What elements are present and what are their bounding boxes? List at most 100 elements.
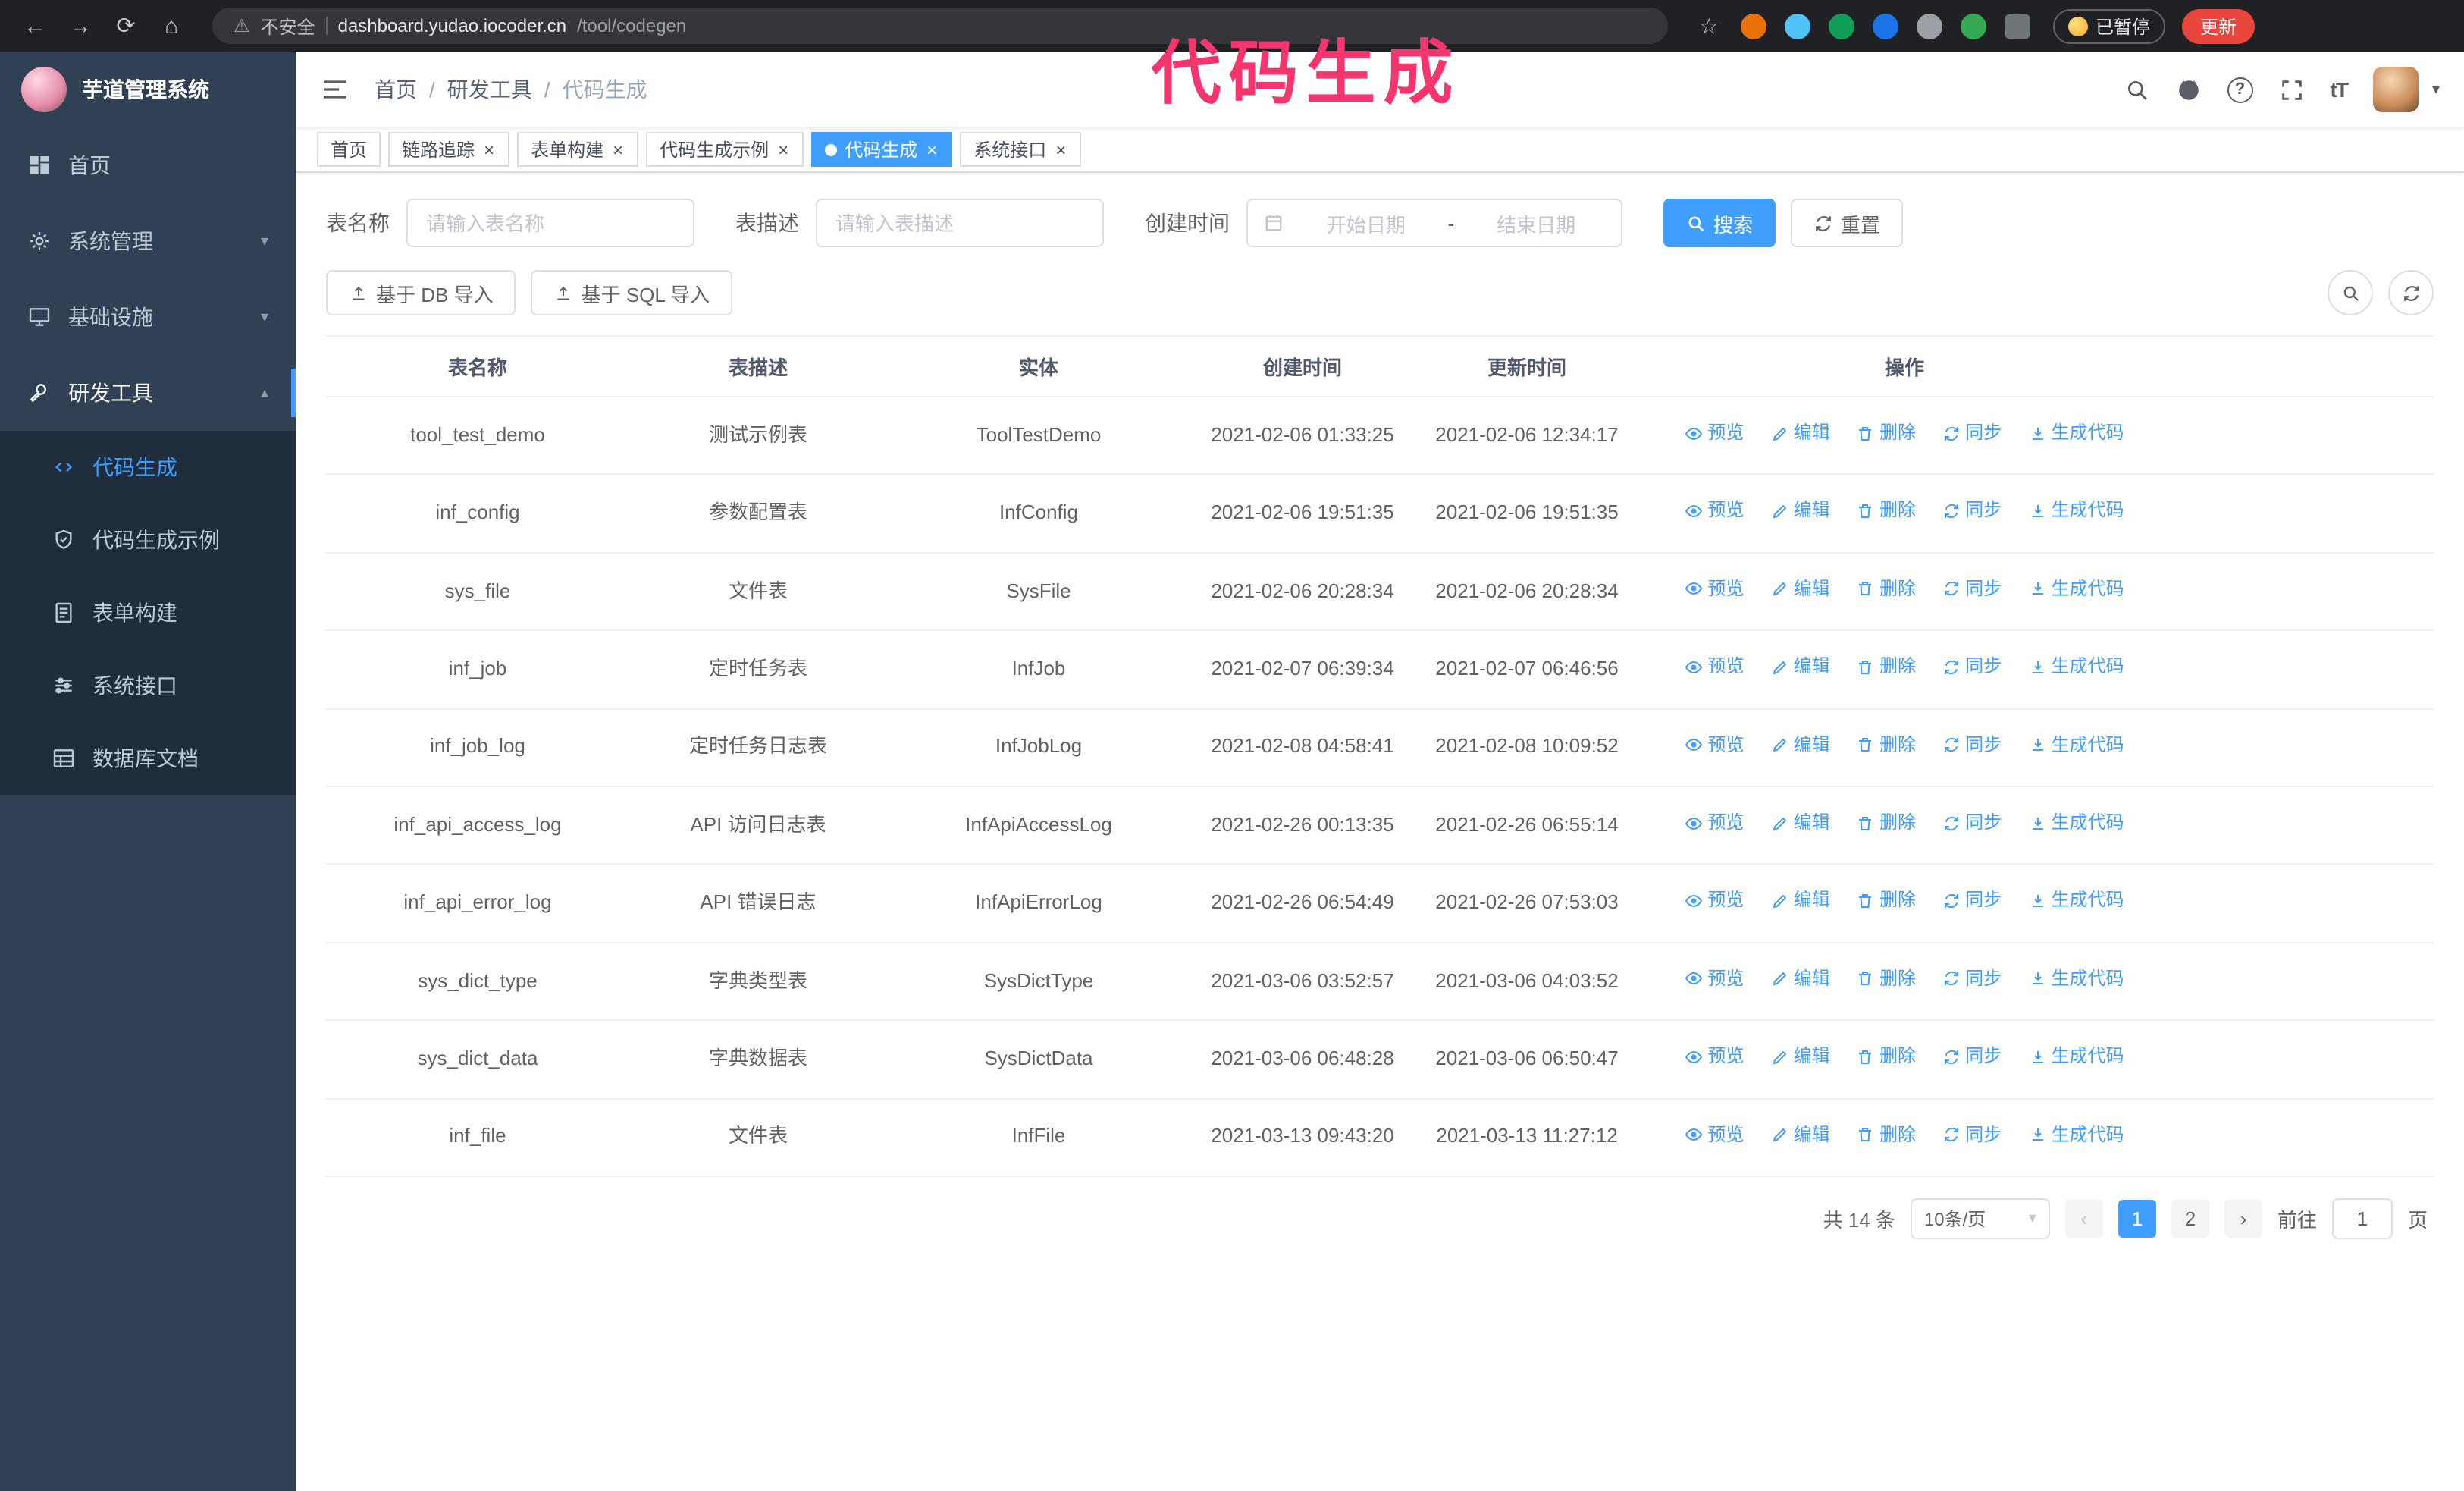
search-icon[interactable] xyxy=(2124,77,2150,102)
import-db-button[interactable]: 基于 DB 导入 xyxy=(326,270,516,315)
home-icon[interactable]: ⌂ xyxy=(152,6,191,46)
preview-link[interactable]: 预览 xyxy=(1685,497,1744,526)
preview-link[interactable]: 预览 xyxy=(1685,808,1744,837)
sidebar-item-devtools[interactable]: 研发工具 ▴ xyxy=(0,355,296,431)
edit-link[interactable]: 编辑 xyxy=(1771,808,1830,837)
sync-link[interactable]: 同步 xyxy=(1942,497,2002,526)
sidebar-item-form-builder[interactable]: 表单构建 xyxy=(0,576,296,649)
edit-link[interactable]: 编辑 xyxy=(1771,497,1830,526)
import-sql-button[interactable]: 基于 SQL 导入 xyxy=(531,270,733,315)
bookmark-star-icon[interactable]: ☆ xyxy=(1689,6,1729,46)
extension-icon-6[interactable] xyxy=(1961,13,1986,39)
sync-link[interactable]: 同步 xyxy=(1942,887,2002,915)
delete-link[interactable]: 删除 xyxy=(1857,497,1916,526)
page-button-2[interactable]: 2 xyxy=(2171,1199,2209,1238)
generate-code-link[interactable]: 生成代码 xyxy=(2029,808,2124,837)
delete-link[interactable]: 删除 xyxy=(1857,1042,1916,1071)
close-icon[interactable]: × xyxy=(925,140,939,159)
page-button-1[interactable]: 1 xyxy=(2118,1199,2156,1238)
table-desc-input[interactable] xyxy=(816,199,1104,247)
sync-link[interactable]: 同步 xyxy=(1942,1042,2002,1071)
generate-code-link[interactable]: 生成代码 xyxy=(2029,575,2124,604)
generate-code-link[interactable]: 生成代码 xyxy=(2029,964,2124,993)
back-icon[interactable]: ← xyxy=(15,6,55,46)
reset-button[interactable]: 重置 xyxy=(1791,199,1904,247)
edit-link[interactable]: 编辑 xyxy=(1771,419,1830,447)
delete-link[interactable]: 删除 xyxy=(1857,1120,1916,1149)
sidebar-item-system[interactable]: 系统管理 ▾ xyxy=(0,203,296,279)
address-bar[interactable]: ⚠ 不安全 dashboard.yudao.iocoder.cn/tool/co… xyxy=(212,8,1668,44)
caret-down-icon[interactable]: ▾ xyxy=(2432,81,2440,98)
extension-icon-1[interactable] xyxy=(1741,13,1766,39)
reload-icon[interactable]: ⟳ xyxy=(106,6,146,46)
preview-link[interactable]: 预览 xyxy=(1685,1120,1744,1149)
tab-tracer[interactable]: 链路追踪 × xyxy=(388,132,510,167)
generate-code-link[interactable]: 生成代码 xyxy=(2029,1042,2124,1071)
extension-icon-5[interactable] xyxy=(1917,13,1942,39)
next-page-button[interactable]: › xyxy=(2224,1199,2262,1238)
sync-link[interactable]: 同步 xyxy=(1942,964,2002,993)
sidebar-item-infra[interactable]: 基础设施 ▾ xyxy=(0,279,296,355)
hamburger-icon[interactable] xyxy=(320,74,350,105)
tab-api[interactable]: 系统接口 × xyxy=(960,132,1082,167)
search-button[interactable]: 搜索 xyxy=(1663,199,1776,247)
sidebar-item-api[interactable]: 系统接口 xyxy=(0,649,296,722)
close-icon[interactable]: × xyxy=(482,140,496,159)
sync-link[interactable]: 同步 xyxy=(1942,575,2002,604)
sync-link[interactable]: 同步 xyxy=(1942,652,2002,681)
generate-code-link[interactable]: 生成代码 xyxy=(2029,1120,2124,1149)
generate-code-link[interactable]: 生成代码 xyxy=(2029,497,2124,526)
preview-link[interactable]: 预览 xyxy=(1685,575,1744,604)
sidebar-item-codegen[interactable]: 代码生成 xyxy=(0,431,296,504)
delete-link[interactable]: 删除 xyxy=(1857,964,1916,993)
extension-icon-4[interactable] xyxy=(1873,13,1898,39)
puzzle-icon[interactable] xyxy=(2005,13,2030,39)
delete-link[interactable]: 删除 xyxy=(1857,575,1916,604)
goto-page-input[interactable] xyxy=(2331,1198,2393,1239)
sidebar-item-codegen-example[interactable]: 代码生成示例 xyxy=(0,504,296,576)
tab-home[interactable]: 首页 xyxy=(317,132,381,167)
table-name-input[interactable] xyxy=(406,199,694,247)
user-avatar[interactable] xyxy=(2372,67,2419,112)
generate-code-link[interactable]: 生成代码 xyxy=(2029,652,2124,681)
generate-code-link[interactable]: 生成代码 xyxy=(2029,887,2124,915)
preview-link[interactable]: 预览 xyxy=(1685,419,1744,447)
breadcrumb-home[interactable]: 首页 xyxy=(375,74,417,105)
breadcrumb-section[interactable]: 研发工具 xyxy=(447,74,532,105)
edit-link[interactable]: 编辑 xyxy=(1771,652,1830,681)
sync-link[interactable]: 同步 xyxy=(1942,808,2002,837)
github-icon[interactable] xyxy=(2176,77,2202,102)
sync-link[interactable]: 同步 xyxy=(1942,419,2002,447)
edit-link[interactable]: 编辑 xyxy=(1771,730,1830,759)
font-size-icon[interactable]: tT xyxy=(2331,77,2349,102)
paused-badge[interactable]: 已暂停 xyxy=(2053,8,2166,43)
prev-page-button[interactable]: ‹ xyxy=(2064,1199,2103,1238)
delete-link[interactable]: 删除 xyxy=(1857,808,1916,837)
preview-link[interactable]: 预览 xyxy=(1685,1042,1744,1071)
sync-link[interactable]: 同步 xyxy=(1942,730,2002,759)
sidebar-item-db-doc[interactable]: 数据库文档 xyxy=(0,722,296,795)
extension-icon-2[interactable] xyxy=(1785,13,1810,39)
help-icon[interactable]: ? xyxy=(2227,77,2253,102)
preview-link[interactable]: 预览 xyxy=(1685,730,1744,759)
extension-icon-3[interactable] xyxy=(1829,13,1854,39)
generate-code-link[interactable]: 生成代码 xyxy=(2029,730,2124,759)
delete-link[interactable]: 删除 xyxy=(1857,887,1916,915)
toggle-search-button[interactable] xyxy=(2328,270,2373,315)
preview-link[interactable]: 预览 xyxy=(1685,887,1744,915)
tab-codegen[interactable]: 代码生成 × xyxy=(811,132,953,167)
preview-link[interactable]: 预览 xyxy=(1685,652,1744,681)
refresh-table-button[interactable] xyxy=(2388,270,2434,315)
delete-link[interactable]: 删除 xyxy=(1857,652,1916,681)
sidebar-item-home[interactable]: 首页 xyxy=(0,127,296,203)
forward-icon[interactable]: → xyxy=(61,6,100,46)
delete-link[interactable]: 删除 xyxy=(1857,730,1916,759)
edit-link[interactable]: 编辑 xyxy=(1771,887,1830,915)
close-icon[interactable]: × xyxy=(776,140,790,159)
close-icon[interactable]: × xyxy=(1054,140,1067,159)
preview-link[interactable]: 预览 xyxy=(1685,964,1744,993)
tab-codegen-example[interactable]: 代码生成示例 × xyxy=(646,132,804,167)
tab-form-builder[interactable]: 表单构建 × xyxy=(517,132,639,167)
fullscreen-icon[interactable] xyxy=(2279,77,2305,102)
edit-link[interactable]: 编辑 xyxy=(1771,1120,1830,1149)
